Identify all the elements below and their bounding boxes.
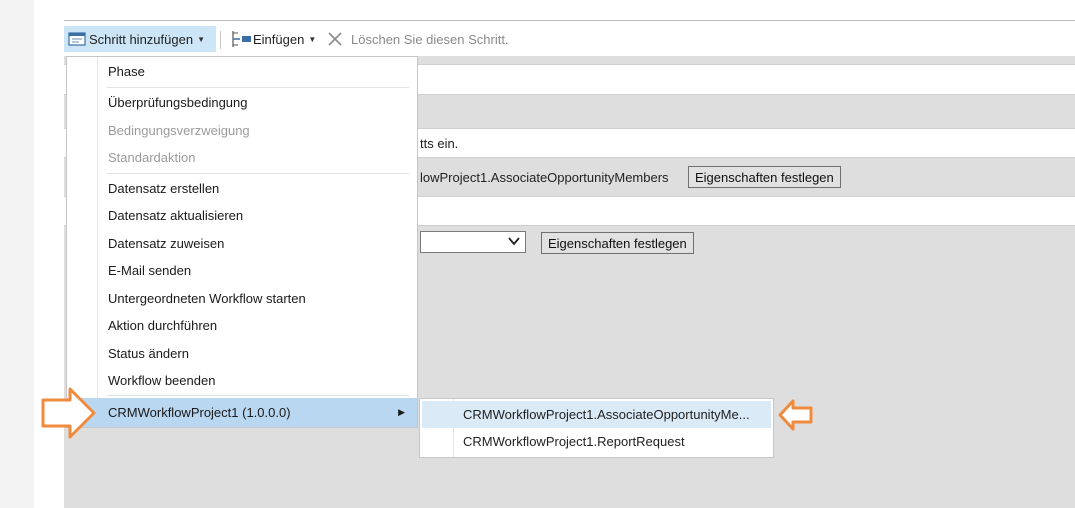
menu-item-stop-workflow[interactable]: Workflow beenden (67, 367, 417, 394)
menu-item-start-child-workflow[interactable]: Untergeordneten Workflow starten (67, 285, 417, 312)
step-description: tts ein. (420, 136, 459, 151)
submenu-item-report-request[interactable]: CRMWorkflowProject1.ReportRequest (422, 428, 771, 455)
chevron-down-icon (507, 234, 521, 251)
add-step-icon (68, 32, 86, 46)
step-dropdown[interactable] (420, 231, 526, 253)
delete-step-label: Löschen Sie diesen Schritt. (351, 31, 509, 47)
menu-item-create-record[interactable]: Datensatz erstellen (67, 175, 417, 202)
annotation-arrow-right-icon (41, 387, 96, 439)
add-step-menu: Phase Überprüfungsbedingung Bedingungsve… (66, 56, 418, 428)
menu-item-phase[interactable]: Phase (67, 58, 417, 85)
step-toolbar: Schritt hinzufügen ▼ Einfügen ▼ Löschen … (64, 21, 1075, 57)
set-properties-button[interactable]: Eigenschaften festlegen (688, 166, 841, 188)
chevron-down-icon: ▼ (197, 34, 205, 44)
annotation-arrow-left-icon (778, 399, 813, 431)
left-margin (0, 0, 34, 508)
insert-label: Einfügen (253, 31, 305, 47)
menu-item-change-status[interactable]: Status ändern (67, 340, 417, 367)
insert-icon (232, 31, 251, 47)
menu-item-perform-action[interactable]: Aktion durchführen (67, 312, 417, 339)
chevron-right-icon: ▶ (398, 407, 405, 417)
menu-item-label: CRMWorkflowProject1 (1.0.0.0) (108, 405, 291, 420)
menu-item-assign-record[interactable]: Datensatz zuweisen (67, 230, 417, 257)
menu-item-send-email[interactable]: E-Mail senden (67, 257, 417, 284)
menu-item-crm-workflow-project[interactable]: CRMWorkflowProject1 (1.0.0.0) ▶ (67, 398, 417, 427)
delete-step-button[interactable]: Löschen Sie diesen Schritt. (327, 26, 509, 52)
close-icon (328, 32, 342, 46)
add-step-button[interactable]: Schritt hinzufügen ▼ (64, 26, 216, 52)
submenu-item-associate[interactable]: CRMWorkflowProject1.AssociateOpportunity… (422, 401, 771, 428)
insert-button[interactable]: Einfügen ▼ (230, 26, 316, 52)
menu-item-check-condition[interactable]: Überprüfungsbedingung (67, 89, 417, 116)
chevron-down-icon: ▼ (308, 34, 317, 44)
set-properties-button[interactable]: Eigenschaften festlegen (541, 232, 694, 254)
menu-item-default-action: Standardaktion (108, 150, 196, 165)
crm-project-submenu: CRMWorkflowProject1.AssociateOpportunity… (419, 398, 774, 458)
menu-separator (107, 173, 409, 174)
toolbar-separator (220, 31, 221, 49)
add-step-label: Schritt hinzufügen (89, 31, 194, 47)
menu-separator (107, 395, 409, 396)
menu-separator (107, 87, 409, 88)
menu-item-conditional-branch: Bedingungsverzweigung (108, 123, 250, 138)
step-name: lowProject1.AssociateOpportunityMembers (420, 170, 669, 185)
menu-item-update-record[interactable]: Datensatz aktualisieren (67, 202, 417, 229)
